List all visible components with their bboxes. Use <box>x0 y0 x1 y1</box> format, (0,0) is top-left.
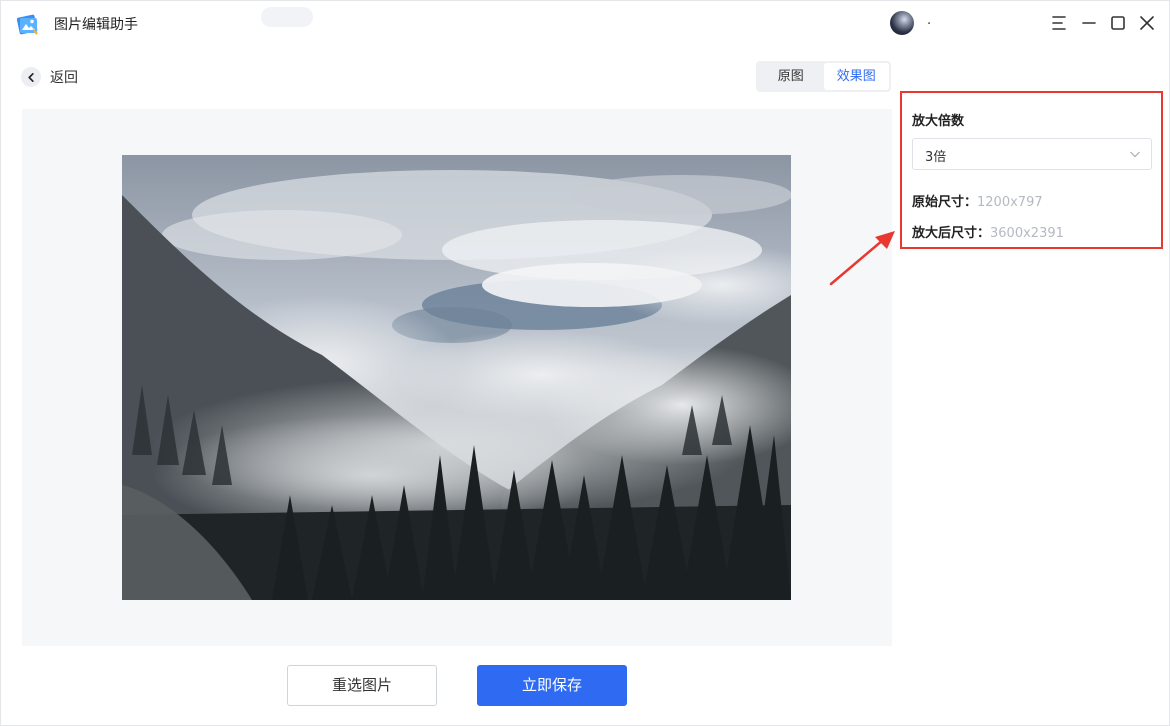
back-label: 返回 <box>50 70 78 86</box>
minimize-icon[interactable] <box>1078 12 1100 34</box>
chevron-left-icon <box>21 67 41 87</box>
save-now-button[interactable]: 立即保存 <box>477 665 627 706</box>
enlarged-size-value: 3600x2391 <box>990 226 1064 241</box>
app-window: 图片编辑助手 . 返回 原图 效果图 放大倍数 3倍 原始尺寸：1200x797… <box>0 0 1170 726</box>
username[interactable]: . <box>927 13 931 28</box>
close-icon[interactable] <box>1136 12 1158 34</box>
title-placeholder <box>261 7 313 27</box>
maximize-icon[interactable] <box>1107 12 1129 34</box>
menu-icon[interactable] <box>1049 12 1071 34</box>
scale-title: 放大倍数 <box>912 114 965 129</box>
scale-selected-value: 3倍 <box>925 150 947 165</box>
original-size-label: 原始尺寸： <box>912 195 978 210</box>
chevron-down-icon <box>1130 151 1140 158</box>
red-arrow-icon <box>829 231 895 286</box>
original-size-row: 原始尺寸：1200x797 <box>912 191 1043 210</box>
preview-area <box>22 109 892 646</box>
tab-result[interactable]: 效果图 <box>823 63 889 90</box>
scale-settings-panel: 放大倍数 3倍 原始尺寸：1200x797 放大后尺寸：3600x2391 <box>900 91 1163 249</box>
enlarged-size-label: 放大后尺寸： <box>912 226 991 241</box>
enlarged-size-row: 放大后尺寸：3600x2391 <box>912 222 1064 241</box>
title-bar: 图片编辑助手 . <box>1 1 1169 45</box>
back-button[interactable]: 返回 <box>21 65 78 89</box>
tab-original[interactable]: 原图 <box>758 63 824 90</box>
scale-select[interactable]: 3倍 <box>912 138 1152 170</box>
original-size-value: 1200x797 <box>977 195 1043 210</box>
reselect-image-button[interactable]: 重选图片 <box>287 665 437 706</box>
app-title: 图片编辑助手 <box>54 17 138 33</box>
preview-image <box>122 155 791 600</box>
view-toggle: 原图 效果图 <box>756 61 891 92</box>
app-logo-icon <box>15 11 41 37</box>
avatar[interactable] <box>890 11 914 35</box>
